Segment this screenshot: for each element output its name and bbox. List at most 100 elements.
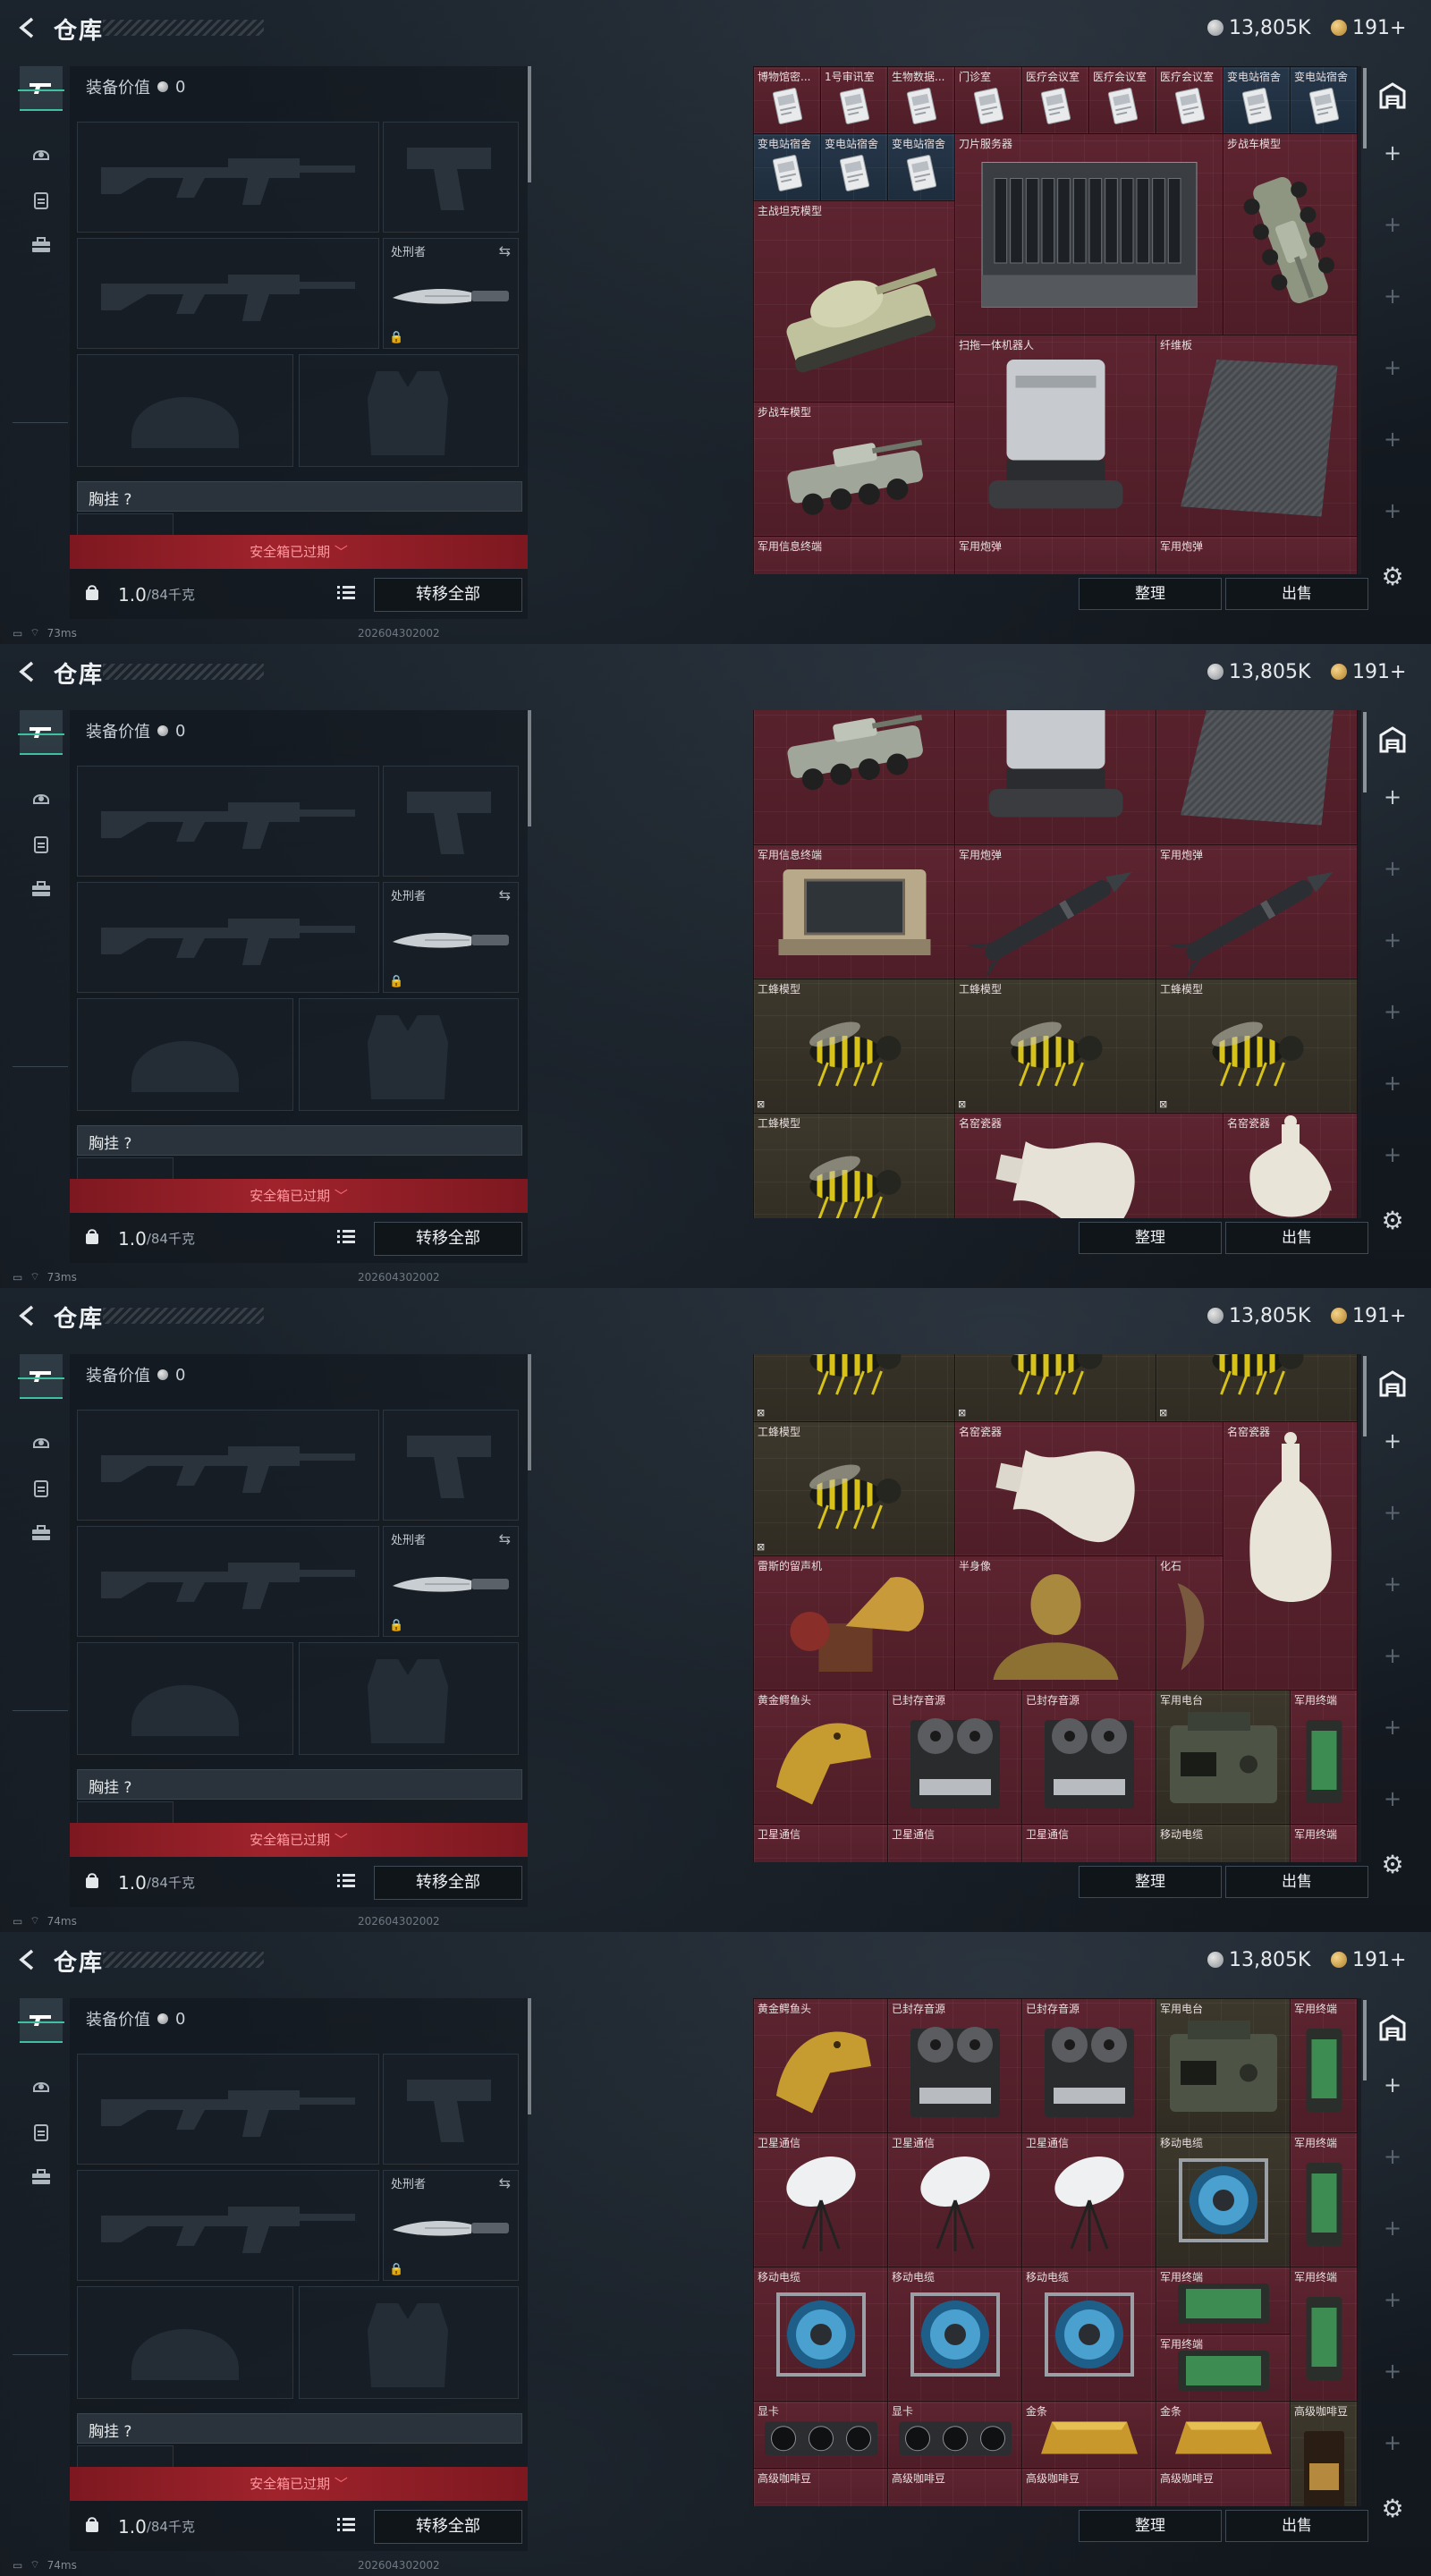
storage-item[interactable]: 已封存音源 bbox=[1021, 1998, 1156, 2133]
list-icon[interactable] bbox=[336, 1871, 358, 1893]
list-icon[interactable] bbox=[336, 2515, 358, 2537]
storage-item[interactable]: 医疗会议室 bbox=[1156, 66, 1224, 134]
storage-item[interactable]: 变电站宿舍 bbox=[1290, 66, 1358, 134]
storage-grid[interactable]: 博物馆密... 1号审讯室 生物数据... 门诊室 医疗会议室 医疗会议室 医疗会议室 变电站… bbox=[753, 66, 1361, 574]
tab-weapons[interactable] bbox=[20, 1998, 63, 2043]
melee-slot[interactable]: 处刑者 ⇆ 🔒 bbox=[383, 2170, 519, 2281]
storage-item[interactable]: 医疗会议室 bbox=[1021, 66, 1089, 134]
storage-scrollbar[interactable] bbox=[1363, 2000, 1367, 2080]
helmet-slot[interactable] bbox=[77, 2286, 293, 2399]
storage-item[interactable]: 雷斯的留声机 bbox=[753, 1555, 955, 1690]
storage-item[interactable]: 卫星通信 bbox=[1021, 1824, 1156, 1862]
melee-slot[interactable]: 处刑者 ⇆ 🔒 bbox=[383, 882, 519, 993]
safe-box-expired-banner[interactable]: 安全箱已过期 ﹀ bbox=[70, 2467, 528, 2501]
storage-item[interactable]: 纤维板 bbox=[1156, 335, 1358, 537]
storage-item[interactable]: 军用炮弹 bbox=[1156, 536, 1358, 574]
safe-box-expired-banner[interactable]: 安全箱已过期 ﹀ bbox=[70, 1823, 528, 1857]
settings-gear-icon[interactable]: ⚙ bbox=[1379, 2496, 1406, 2522]
storage-item[interactable] bbox=[954, 710, 1156, 845]
tab-weapons[interactable] bbox=[20, 66, 63, 111]
storage-item[interactable]: 工蜂模型 bbox=[753, 1113, 955, 1218]
storage-item[interactable]: 卫星通信 bbox=[753, 2132, 888, 2267]
storage-item[interactable] bbox=[1156, 710, 1358, 845]
storage-item[interactable]: 移动电缆 bbox=[1021, 2267, 1156, 2402]
storage-item[interactable]: 卫星通信 bbox=[753, 1824, 888, 1862]
add-storage-icon[interactable]: + bbox=[1377, 1497, 1408, 1528]
back-arrow-icon[interactable] bbox=[14, 1302, 41, 1329]
tab-armor[interactable] bbox=[20, 132, 63, 175]
storage-item[interactable]: 博物馆密... bbox=[753, 66, 821, 134]
storage-item[interactable]: 已封存音源 bbox=[887, 1690, 1022, 1825]
storage-item[interactable]: 主战坦克模型 bbox=[753, 200, 955, 402]
storage-item[interactable]: 高级咖啡豆 bbox=[753, 2468, 888, 2506]
storage-item[interactable]: 1号审讯室 bbox=[820, 66, 888, 134]
warehouse-tab-icon[interactable] bbox=[1377, 2012, 1408, 2043]
storage-item[interactable]: 步战车模型 bbox=[1223, 133, 1358, 335]
tab-weapons[interactable] bbox=[20, 1354, 63, 1399]
storage-item[interactable]: 显卡 bbox=[753, 2401, 888, 2469]
add-storage-icon[interactable]: + bbox=[1377, 1712, 1408, 1742]
storage-item[interactable]: 黄金鳄鱼头 bbox=[753, 1998, 888, 2133]
secondary-weapon-slot[interactable] bbox=[77, 2170, 379, 2281]
equipment-scrollbar[interactable] bbox=[528, 1354, 531, 1470]
storage-grid[interactable]: 黄金鳄鱼头 已封存音源 已封存音源 军用电台 军用终端 卫星通信 卫星通信 卫星通信 移动电缆军… bbox=[753, 1998, 1361, 2506]
storage-item[interactable]: 已封存音源 bbox=[887, 1998, 1022, 2133]
storage-item[interactable]: 名窑瓷器 bbox=[954, 1421, 1224, 1556]
storage-item[interactable]: 变电站宿舍 bbox=[820, 133, 888, 201]
sell-button[interactable]: 出售 bbox=[1225, 578, 1368, 610]
storage-item[interactable]: 化石 bbox=[1156, 1555, 1224, 1690]
storage-item[interactable]: 变电站宿舍 bbox=[1223, 66, 1291, 134]
storage-item[interactable]: 移动电缆 bbox=[887, 2267, 1022, 2402]
storage-item[interactable]: 步战车模型 bbox=[753, 402, 955, 537]
backpack-slot[interactable] bbox=[77, 1157, 174, 1180]
secondary-weapon-slot[interactable] bbox=[77, 1526, 379, 1637]
storage-item[interactable]: 刀片服务器 bbox=[954, 133, 1224, 335]
storage-item[interactable]: ⊠ bbox=[1156, 1354, 1358, 1422]
storage-grid[interactable]: 步战车模型军用信息终端军用炮弹军用炮弹工蜂模型⊠工蜂模型⊠工蜂模型⊠工蜂模型名窑… bbox=[753, 710, 1361, 1218]
add-storage-icon[interactable]: + bbox=[1377, 1784, 1408, 1814]
tab-vest[interactable] bbox=[20, 1467, 63, 1510]
pistol-slot[interactable] bbox=[383, 1410, 519, 1521]
safe-box-expired-banner[interactable]: 安全箱已过期 ﹀ bbox=[70, 1179, 528, 1213]
primary-weapon-slot[interactable] bbox=[77, 2054, 379, 2165]
equipment-scrollbar[interactable] bbox=[528, 1998, 531, 2114]
helmet-slot[interactable] bbox=[77, 354, 293, 467]
back-arrow-icon[interactable] bbox=[14, 14, 41, 41]
tab-armor[interactable] bbox=[20, 776, 63, 819]
list-icon[interactable] bbox=[336, 1227, 358, 1249]
storage-item[interactable]: 军用终端 bbox=[1290, 1824, 1358, 1862]
storage-item[interactable]: 卫星通信 bbox=[887, 1824, 1022, 1862]
tab-vest[interactable] bbox=[20, 2111, 63, 2154]
settings-gear-icon[interactable]: ⚙ bbox=[1379, 1208, 1406, 1234]
add-storage-icon[interactable]: + bbox=[1377, 1140, 1408, 1170]
storage-grid[interactable]: ⊠ ⊠ ⊠ 工蜂模型 ⊠ 名窑瓷器 名窑瓷器 雷斯的留声机 半身像 化石 黄金鳄鱼头 已封存音源 已封存… bbox=[753, 1354, 1361, 1862]
storage-item[interactable]: 军用终端 bbox=[1290, 2267, 1358, 2402]
swap-icon[interactable]: ⇆ bbox=[499, 242, 511, 259]
swap-icon[interactable]: ⇆ bbox=[499, 2174, 511, 2191]
sell-button[interactable]: 出售 bbox=[1225, 2510, 1368, 2542]
storage-item[interactable]: 军用信息终端 bbox=[753, 844, 955, 979]
storage-item[interactable]: 高级咖啡豆 bbox=[1021, 2468, 1156, 2506]
add-storage-icon[interactable]: + bbox=[1377, 138, 1408, 168]
transfer-all-button[interactable]: 转移全部 bbox=[374, 2510, 522, 2544]
gold-currency[interactable]: 191+ bbox=[1331, 14, 1406, 41]
melee-slot[interactable]: 处刑者 ⇆ 🔒 bbox=[383, 1526, 519, 1637]
storage-item[interactable]: 名窑瓷器 bbox=[954, 1113, 1224, 1218]
storage-item[interactable]: 工蜂模型 ⊠ bbox=[954, 979, 1156, 1114]
storage-item[interactable]: 生物数据... bbox=[887, 66, 955, 134]
storage-item[interactable]: 门诊室 bbox=[954, 66, 1022, 134]
add-storage-icon[interactable]: + bbox=[1377, 1426, 1408, 1456]
storage-item[interactable]: 军用终端 bbox=[1290, 2132, 1358, 2267]
transfer-all-button[interactable]: 转移全部 bbox=[374, 1866, 522, 1900]
settings-gear-icon[interactable]: ⚙ bbox=[1379, 1852, 1406, 1878]
storage-item[interactable]: ⊠ bbox=[753, 1354, 955, 1422]
add-storage-icon[interactable]: + bbox=[1377, 2141, 1408, 2172]
storage-item[interactable]: 军用终端 bbox=[1156, 2334, 1291, 2402]
storage-item[interactable]: 医疗会议室 bbox=[1088, 66, 1156, 134]
back-arrow-icon[interactable] bbox=[14, 658, 41, 685]
storage-item[interactable]: 军用电台 bbox=[1156, 1998, 1291, 2133]
storage-item[interactable]: 步战车模型 bbox=[753, 710, 955, 845]
storage-item[interactable]: 高级咖啡豆 bbox=[1290, 2401, 1358, 2506]
storage-item[interactable]: 工蜂模型 ⊠ bbox=[753, 1421, 955, 1556]
storage-item[interactable]: 军用终端 bbox=[1156, 2267, 1291, 2334]
